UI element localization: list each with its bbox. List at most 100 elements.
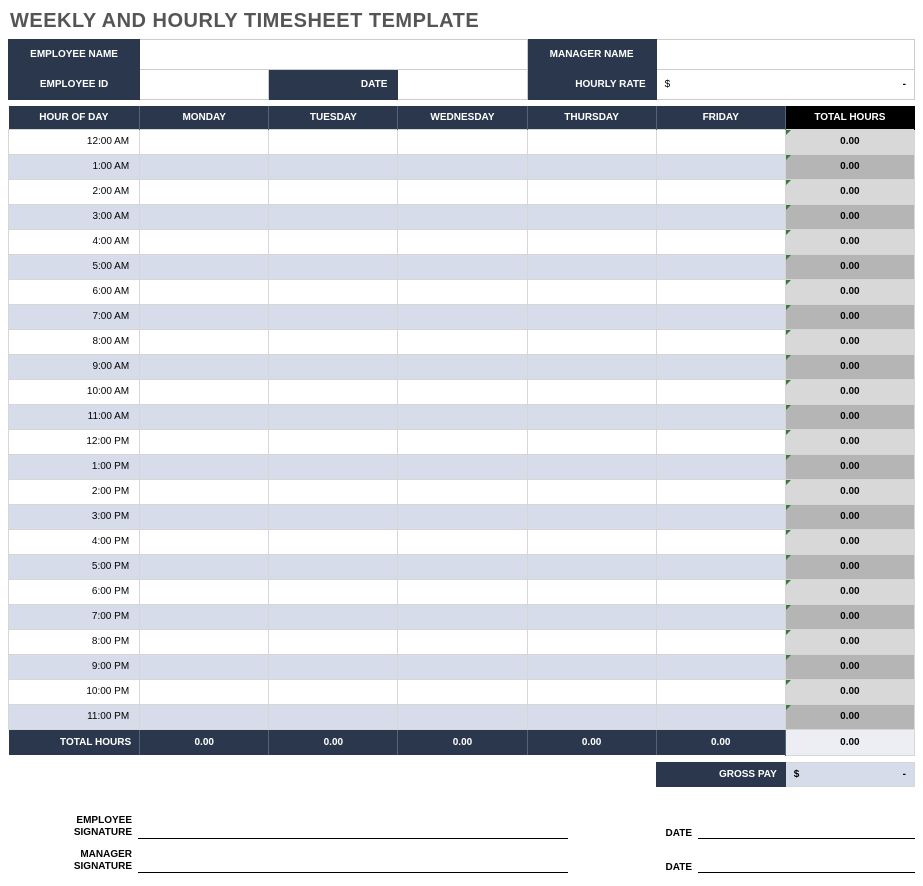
hour-cell[interactable] — [269, 479, 398, 504]
hour-cell[interactable] — [398, 179, 527, 204]
hour-cell[interactable] — [269, 304, 398, 329]
hour-cell[interactable] — [527, 479, 656, 504]
manager-date-line[interactable] — [698, 839, 915, 873]
hour-cell[interactable] — [656, 354, 785, 379]
hour-cell[interactable] — [398, 679, 527, 704]
employee-id-input[interactable] — [140, 70, 269, 100]
hour-cell[interactable] — [527, 604, 656, 629]
hour-cell[interactable] — [527, 429, 656, 454]
hour-cell[interactable] — [269, 529, 398, 554]
hour-cell[interactable] — [398, 454, 527, 479]
hour-cell[interactable] — [527, 679, 656, 704]
hour-cell[interactable] — [269, 629, 398, 654]
hour-cell[interactable] — [656, 279, 785, 304]
hour-cell[interactable] — [527, 179, 656, 204]
hour-cell[interactable] — [140, 204, 269, 229]
hour-cell[interactable] — [527, 254, 656, 279]
hour-cell[interactable] — [269, 329, 398, 354]
hour-cell[interactable] — [140, 679, 269, 704]
hour-cell[interactable] — [269, 354, 398, 379]
hour-cell[interactable] — [398, 704, 527, 729]
hour-cell[interactable] — [269, 579, 398, 604]
hour-cell[interactable] — [269, 604, 398, 629]
hour-cell[interactable] — [140, 554, 269, 579]
hour-cell[interactable] — [656, 304, 785, 329]
hour-cell[interactable] — [527, 629, 656, 654]
hour-cell[interactable] — [527, 454, 656, 479]
hour-cell[interactable] — [269, 254, 398, 279]
hour-cell[interactable] — [398, 254, 527, 279]
hour-cell[interactable] — [269, 129, 398, 154]
hour-cell[interactable] — [140, 604, 269, 629]
hour-cell[interactable] — [140, 629, 269, 654]
hour-cell[interactable] — [269, 229, 398, 254]
hour-cell[interactable] — [269, 704, 398, 729]
hour-cell[interactable] — [527, 654, 656, 679]
hour-cell[interactable] — [527, 529, 656, 554]
hour-cell[interactable] — [656, 629, 785, 654]
manager-signature-line[interactable] — [138, 839, 568, 873]
hour-cell[interactable] — [269, 654, 398, 679]
hour-cell[interactable] — [656, 229, 785, 254]
hour-cell[interactable] — [398, 329, 527, 354]
hour-cell[interactable] — [527, 554, 656, 579]
hour-cell[interactable] — [527, 379, 656, 404]
hour-cell[interactable] — [656, 704, 785, 729]
employee-signature-line[interactable] — [138, 805, 568, 839]
hour-cell[interactable] — [527, 129, 656, 154]
hour-cell[interactable] — [527, 354, 656, 379]
hour-cell[interactable] — [398, 629, 527, 654]
hour-cell[interactable] — [656, 254, 785, 279]
hour-cell[interactable] — [269, 404, 398, 429]
hour-cell[interactable] — [398, 604, 527, 629]
hour-cell[interactable] — [140, 479, 269, 504]
hour-cell[interactable] — [398, 429, 527, 454]
hour-cell[interactable] — [398, 554, 527, 579]
hour-cell[interactable] — [656, 204, 785, 229]
hour-cell[interactable] — [398, 579, 527, 604]
hour-cell[interactable] — [140, 404, 269, 429]
hour-cell[interactable] — [656, 554, 785, 579]
hour-cell[interactable] — [398, 529, 527, 554]
date-input[interactable] — [398, 70, 527, 100]
hour-cell[interactable] — [140, 454, 269, 479]
hour-cell[interactable] — [269, 204, 398, 229]
hour-cell[interactable] — [398, 354, 527, 379]
hour-cell[interactable] — [140, 504, 269, 529]
hour-cell[interactable] — [269, 454, 398, 479]
hour-cell[interactable] — [656, 404, 785, 429]
hour-cell[interactable] — [527, 579, 656, 604]
hour-cell[interactable] — [140, 179, 269, 204]
hour-cell[interactable] — [140, 279, 269, 304]
hour-cell[interactable] — [269, 554, 398, 579]
hour-cell[interactable] — [269, 179, 398, 204]
hour-cell[interactable] — [269, 504, 398, 529]
hour-cell[interactable] — [656, 454, 785, 479]
hour-cell[interactable] — [269, 379, 398, 404]
manager-name-input[interactable] — [656, 40, 914, 70]
hour-cell[interactable] — [656, 604, 785, 629]
hour-cell[interactable] — [656, 379, 785, 404]
hour-cell[interactable] — [398, 279, 527, 304]
hour-cell[interactable] — [398, 404, 527, 429]
hour-cell[interactable] — [140, 379, 269, 404]
hour-cell[interactable] — [656, 329, 785, 354]
hour-cell[interactable] — [140, 304, 269, 329]
hour-cell[interactable] — [656, 429, 785, 454]
hour-cell[interactable] — [527, 504, 656, 529]
hour-cell[interactable] — [656, 179, 785, 204]
hour-cell[interactable] — [527, 704, 656, 729]
hour-cell[interactable] — [269, 429, 398, 454]
hourly-rate-input[interactable]: $ - — [656, 70, 914, 100]
hour-cell[interactable] — [398, 229, 527, 254]
employee-date-line[interactable] — [698, 805, 915, 839]
hour-cell[interactable] — [656, 679, 785, 704]
hour-cell[interactable] — [140, 154, 269, 179]
hour-cell[interactable] — [140, 354, 269, 379]
hour-cell[interactable] — [656, 504, 785, 529]
hour-cell[interactable] — [269, 279, 398, 304]
hour-cell[interactable] — [527, 154, 656, 179]
hour-cell[interactable] — [140, 704, 269, 729]
hour-cell[interactable] — [140, 529, 269, 554]
hour-cell[interactable] — [398, 154, 527, 179]
